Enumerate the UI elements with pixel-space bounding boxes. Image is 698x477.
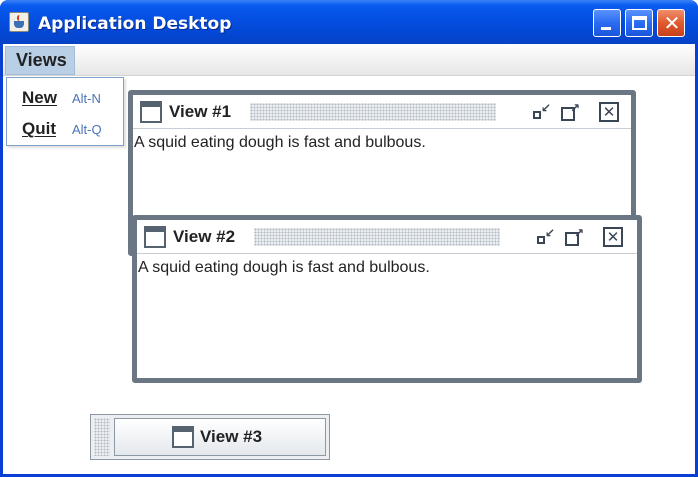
frame-window-icon [140,101,162,123]
close-button[interactable]: ✕ [657,9,685,37]
menu-item-quit[interactable]: Quit Alt-Q [7,114,123,144]
iconified-frame-title: View #3 [200,427,263,446]
close-frame-icon: ✕ [602,103,616,121]
maximize-button[interactable] [625,9,653,37]
restore-frame-button[interactable]: View #3 [114,418,326,456]
iconify-button[interactable]: ↙ [535,227,555,247]
title-drag-grip[interactable] [250,103,496,121]
icon-drag-grip[interactable] [94,418,110,456]
close-frame-button[interactable]: ✕ [599,102,619,122]
frame-title: View #2 [173,227,236,246]
close-frame-icon: ✕ [606,228,620,246]
minimize-icon [601,27,611,30]
views-dropdown-menu: New Alt-N Quit Alt-Q [6,77,124,146]
frame-title-bar[interactable]: View #2 ↙ ↗ ✕ [137,220,637,254]
menu-bar: Views [3,44,695,76]
menu-item-label: New [22,88,57,107]
window-title: Application Desktop [38,14,232,34]
frame-title-bar[interactable]: View #1 ↙ ↗ ✕ [133,95,631,129]
maximize-frame-button[interactable]: ↗ [565,227,585,247]
menu-views[interactable]: Views [5,46,75,75]
iconify-icon [533,111,541,119]
maximize-icon [632,16,647,30]
iconified-frame-view-3[interactable]: View #3 [90,414,330,460]
menu-item-accelerator: Alt-N [72,91,101,106]
menu-item-accelerator: Alt-Q [72,122,102,137]
close-icon: ✕ [663,11,681,35]
minimize-button[interactable] [593,9,621,37]
frame-title: View #1 [169,102,232,121]
java-cup-icon[interactable] [9,12,29,32]
iconify-button[interactable]: ↙ [531,102,551,122]
iconify-icon [537,236,545,244]
internal-frame-view-2[interactable]: View #2 ↙ ↗ ✕ A squid eating dough is fa… [132,215,642,383]
frame-content-text: A squid eating dough is fast and bulbous… [134,134,426,151]
maximize-frame-button[interactable]: ↗ [561,102,581,122]
menu-item-new[interactable]: New Alt-N [7,83,123,113]
desktop-pane: Views View #1 ↙ ↗ ✕ A squid eating dough… [3,44,695,474]
menu-item-label: Quit [22,119,56,138]
title-drag-grip[interactable] [254,228,500,246]
frame-window-icon [144,226,166,248]
frame-content-text: A squid eating dough is fast and bulbous… [138,259,430,276]
close-frame-button[interactable]: ✕ [603,227,623,247]
title-bar[interactable]: Application Desktop ✕ [0,0,698,44]
application-window: Application Desktop ✕ Views View #1 ↙ ↗ … [0,0,698,477]
frame-window-icon [172,426,194,448]
